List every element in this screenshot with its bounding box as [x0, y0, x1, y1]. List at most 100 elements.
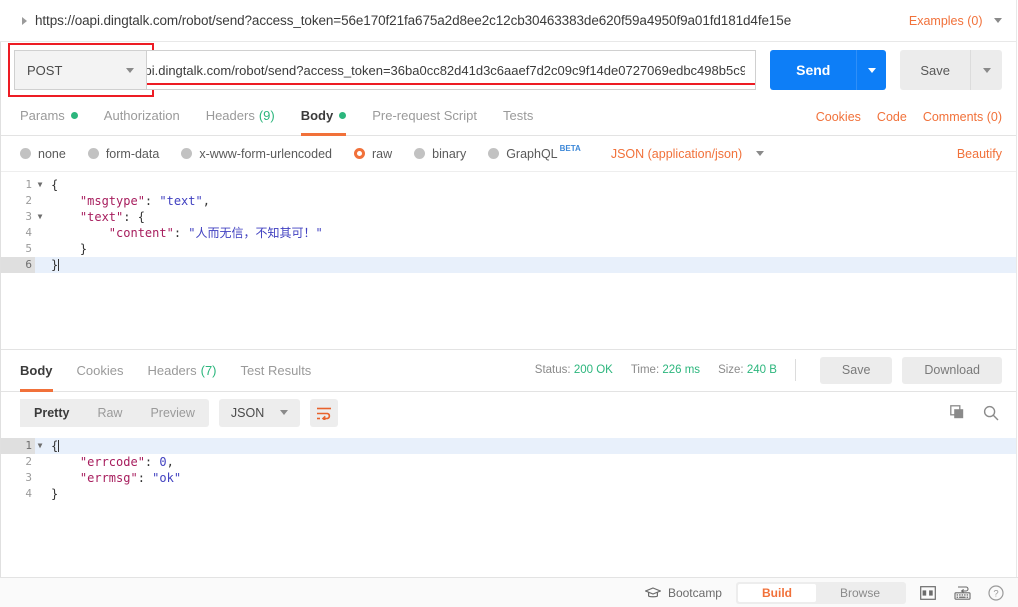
radio-icon	[20, 148, 31, 159]
line-number: 4	[25, 226, 32, 239]
line-number: 1	[1, 437, 35, 454]
request-url-value: https://oapi.dingtalk.com/robot/send?acc…	[147, 62, 746, 78]
save-request-button[interactable]: Save	[900, 50, 970, 90]
fold-toggle-icon[interactable]: ▼	[35, 438, 45, 454]
body-type-graphql[interactable]: GraphQL BETA	[488, 144, 581, 161]
body-type-label: raw	[372, 146, 393, 161]
save-response-button[interactable]: Save	[819, 356, 893, 384]
tab-label: Params	[20, 108, 65, 123]
send-button[interactable]: Send	[770, 50, 857, 90]
view-pretty[interactable]: Pretty	[20, 398, 84, 427]
fold-toggle-icon[interactable]: ▼	[35, 177, 45, 193]
text-caret	[58, 259, 60, 271]
body-type-x-www-form-urlencoded[interactable]: x-www-form-urlencoded	[181, 147, 332, 161]
line-number: 1	[25, 178, 32, 191]
beta-badge: BETA	[559, 144, 581, 153]
code-text: "content": "人而无信，不知其可！"	[51, 226, 323, 240]
line-number: 5	[25, 242, 32, 255]
code-text: {	[51, 178, 59, 192]
response-tab-body[interactable]: Body	[20, 350, 53, 392]
cookies-link[interactable]: Cookies	[816, 110, 861, 124]
status-value: 200 OK	[573, 364, 613, 376]
comments-link[interactable]: Comments (0)	[923, 110, 1002, 124]
help-button[interactable]: ?	[984, 582, 1008, 604]
tab-label: Headers	[205, 108, 255, 123]
method-selector[interactable]: POST	[14, 50, 146, 90]
beautify-button[interactable]: Beautify	[957, 147, 1002, 161]
tab-params[interactable]: Params	[20, 98, 78, 135]
layout-button[interactable]	[916, 582, 940, 604]
tab-body[interactable]: Body	[300, 98, 347, 136]
mode-browse[interactable]: Browse	[816, 584, 904, 602]
view-preview[interactable]: Preview	[136, 399, 208, 427]
body-format-label: JSON (application/json)	[610, 146, 743, 161]
request-tab-links: Cookies Code Comments (0)	[800, 98, 1002, 135]
keyboard-shortcuts-button[interactable]	[950, 582, 974, 604]
method-selector-wrap: POST	[8, 43, 154, 97]
request-body-editor[interactable]: 1 ▼{2 "msgtype": "text", 3 ▼ "text": {4 "co…	[0, 172, 1018, 350]
save-options-button[interactable]	[970, 50, 1002, 90]
tab-label: Headers	[147, 362, 197, 378]
mode-build[interactable]: Build	[737, 583, 816, 602]
radio-selected-icon	[354, 148, 365, 159]
body-type-binary[interactable]: binary	[414, 147, 466, 161]
body-type-label: GraphQL	[506, 146, 558, 161]
word-wrap-button[interactable]	[310, 398, 339, 427]
code-line: 4}	[1, 486, 1018, 502]
chevron-down-icon	[280, 410, 289, 415]
fold-toggle-icon[interactable]: ▼	[35, 209, 45, 225]
code-line: 2 "msgtype": "text",	[1, 193, 1018, 209]
code-line: 1 ▼ {	[1, 437, 1018, 454]
bootcamp-label: Bootcamp	[667, 585, 722, 600]
response-tab-headers[interactable]: Headers (7)	[147, 350, 216, 391]
send-options-button[interactable]	[856, 50, 887, 90]
response-body-editor[interactable]: 1 ▼{2 "errcode": 0, 3 "errmsg": "ok" 4}	[0, 433, 1018, 577]
examples-dropdown[interactable]: Examples (0)	[909, 14, 1002, 28]
chevron-down-icon	[867, 67, 876, 73]
tab-label: Body	[20, 362, 53, 378]
code-line: 6}	[1, 257, 1018, 273]
chevron-right-icon[interactable]	[22, 16, 27, 25]
tab-label: Cookies	[76, 362, 124, 378]
body-type-form-data[interactable]: form-data	[87, 146, 160, 161]
save-button-group: Save	[900, 50, 1002, 90]
help-circle-icon: ?	[988, 584, 1004, 601]
method-label: POST	[27, 62, 63, 78]
tab-pre-request-script[interactable]: Pre-request Script	[372, 98, 477, 135]
body-type-raw[interactable]: raw	[354, 147, 392, 161]
request-url-input[interactable]: https://oapi.dingtalk.com/robot/send?acc…	[146, 50, 757, 90]
search-icon	[983, 405, 999, 420]
modified-dot-icon	[339, 112, 347, 119]
body-type-label: binary	[432, 146, 467, 161]
response-format-selector[interactable]: JSON	[218, 398, 301, 427]
response-tab-test-results[interactable]: Test Results	[241, 350, 312, 391]
request-url-title: https://oapi.dingtalk.com/robot/send?acc…	[35, 13, 792, 28]
body-format-selector[interactable]: JSON (application/json)	[610, 146, 765, 161]
view-raw[interactable]: Raw	[83, 399, 136, 427]
line-number: 6	[1, 257, 35, 273]
line-number: 2	[25, 454, 32, 468]
bootcamp-button[interactable]: Bootcamp	[644, 585, 722, 600]
copy-response-button[interactable]	[946, 402, 968, 424]
time-value: 226 ms	[662, 364, 701, 376]
download-response-button[interactable]: Download	[902, 356, 1002, 384]
body-type-label: x-www-form-urlencoded	[199, 146, 332, 161]
tab-count: (9)	[258, 108, 275, 123]
body-type-label: form-data	[105, 146, 160, 161]
tab-tests[interactable]: Tests	[503, 98, 533, 135]
line-number: 2	[25, 194, 32, 207]
tab-authorization[interactable]: Authorization	[104, 98, 180, 135]
search-response-button[interactable]	[980, 402, 1002, 424]
tab-headers[interactable]: Headers (9)	[206, 98, 275, 135]
tab-label: Authorization	[103, 108, 180, 123]
body-type-none[interactable]: none	[20, 147, 66, 161]
status-label: Status:	[534, 364, 571, 376]
response-size: Size: 240 B	[718, 364, 777, 376]
response-tab-cookies[interactable]: Cookies	[77, 350, 124, 391]
response-format-label: JSON	[230, 405, 265, 420]
code-text: "text": {	[51, 210, 145, 224]
code-link[interactable]: Code	[877, 110, 907, 124]
